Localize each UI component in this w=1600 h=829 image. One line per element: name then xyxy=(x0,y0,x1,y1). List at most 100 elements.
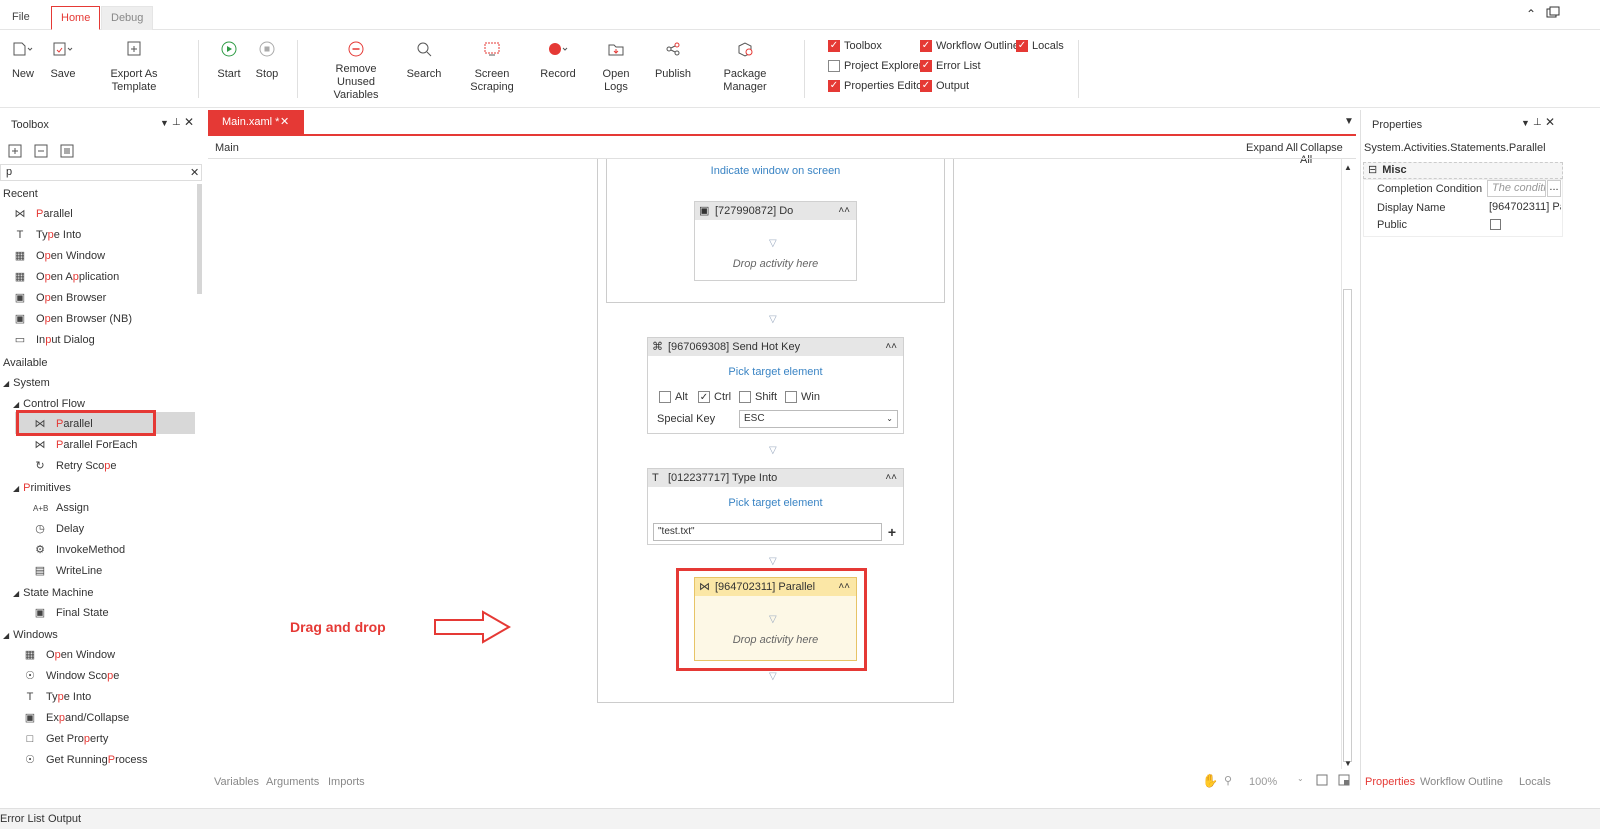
error-list-checkbox[interactable]: ✓ Error List xyxy=(920,60,981,72)
toolbox-item-type-into[interactable]: T Ty p e Into xyxy=(23,687,92,708)
properties-editor-checkbox[interactable]: ✓ Properties Editor xyxy=(828,80,926,92)
toolbox-item-delay[interactable]: ◷ Delay xyxy=(33,519,84,540)
new-button[interactable]: New xyxy=(10,38,36,81)
recent-item-open-window[interactable]: ▦ Op en Window xyxy=(13,246,105,267)
category-windows[interactable]: ◢ Windows xyxy=(3,629,58,641)
recent-item-open-application[interactable]: ▦ Op en Ap plication xyxy=(13,267,119,288)
breadcrumb[interactable]: Main xyxy=(215,142,239,154)
ellipsis-button[interactable]: ... xyxy=(1547,180,1561,197)
close-icon[interactable]: ✕ xyxy=(184,115,194,129)
expand-all-icon[interactable] xyxy=(8,144,22,161)
category-system[interactable]: ◢ System xyxy=(3,377,50,389)
dropdown-icon[interactable]: ▼ xyxy=(160,118,169,128)
hand-pan-icon[interactable]: ✋ xyxy=(1202,773,1218,789)
imports-tab[interactable]: Imports xyxy=(328,776,365,788)
start-button[interactable]: Start xyxy=(214,38,244,81)
parallel-activity[interactable]: ⋈ [964702311] Parallel ˄˄ ▽ Drop activity … xyxy=(694,577,857,661)
toolbox-item-retry-scope[interactable]: ↻ Retry Sco p e xyxy=(33,456,116,477)
locals-tab[interactable]: Locals xyxy=(1519,776,1551,788)
completion-condition-input[interactable]: The conditio xyxy=(1487,180,1546,197)
pick-target-link[interactable]: Pick target element xyxy=(648,497,903,509)
toolbox-item-get-property[interactable]: □ Get Pro p erty xyxy=(23,729,109,750)
toolbox-item-open-window[interactable]: ▦ Op en Window xyxy=(23,645,115,666)
category-state-machine[interactable]: ◢ State Machine xyxy=(13,587,93,599)
collapse-icon[interactable]: ˄˄ xyxy=(885,469,897,487)
pin-icon[interactable]: ⊥ xyxy=(1533,117,1542,128)
zoom-search-icon[interactable]: ⚲ xyxy=(1224,774,1232,787)
save-button[interactable]: Save xyxy=(50,38,76,81)
locals-checkbox[interactable]: ✓ Locals xyxy=(1016,40,1064,52)
fit-to-screen-icon[interactable] xyxy=(1316,774,1328,789)
category-control-flow[interactable]: ◢ Control Flow xyxy=(13,398,85,410)
type-into-text-input[interactable]: "test.txt" xyxy=(653,523,882,541)
close-icon[interactable]: ✕ xyxy=(1545,115,1555,129)
recent-item-parallel[interactable]: ⋈ Parallel xyxy=(13,204,73,225)
tab-debug[interactable]: Debug xyxy=(101,6,154,30)
alt-checkbox[interactable]: Alt xyxy=(659,391,688,403)
tab-menu-icon[interactable]: ▼ xyxy=(1344,116,1354,127)
arguments-tab[interactable]: Arguments xyxy=(266,776,319,788)
record-button[interactable]: Record xyxy=(538,38,578,81)
toolbox-item-parallel-foreach[interactable]: ⋈ Parallel ForEach xyxy=(33,435,138,456)
list-view-icon[interactable] xyxy=(60,144,74,161)
designer-scrollbar[interactable]: ▲ ▼ xyxy=(1341,159,1353,769)
dropdown-icon[interactable]: ▼ xyxy=(1521,118,1530,128)
expand-all-link[interactable]: Expand All xyxy=(1246,142,1298,154)
recent-item-type-into[interactable]: T Ty p e Into xyxy=(13,225,82,246)
display-name-input[interactable]: [964702311] Para xyxy=(1489,201,1561,213)
type-into-activity[interactable]: T [012237717] Type Into ˄˄ Pick target ele… xyxy=(647,468,904,545)
special-key-select[interactable]: ESC ⌄ xyxy=(739,410,898,428)
scrollbar-thumb[interactable] xyxy=(1343,289,1352,762)
package-manager-button[interactable]: Package Manager xyxy=(703,38,787,94)
toolbox-item-get-running-process[interactable]: ☉ Get Running Process xyxy=(23,750,147,771)
toolbox-item-writeline[interactable]: ▤ WriteLine xyxy=(33,561,102,582)
close-tab-icon[interactable]: ✕ xyxy=(280,110,289,134)
pick-target-link[interactable]: Pick target element xyxy=(648,366,903,378)
public-checkbox[interactable] xyxy=(1490,219,1501,230)
scroll-down-icon[interactable]: ▼ xyxy=(1344,759,1352,768)
publish-button[interactable]: Publish xyxy=(653,38,693,81)
project-explorer-checkbox[interactable]: Project Explorer xyxy=(828,60,922,72)
send-hotkey-activity[interactable]: ⌘ [967069308] Send Hot Key ˄˄ Pick target … xyxy=(647,337,904,434)
tab-file[interactable]: File xyxy=(3,6,39,30)
collapse-icon[interactable]: ˄˄ xyxy=(885,338,897,356)
output-checkbox[interactable]: ✓ Output xyxy=(920,80,969,92)
document-tab-main[interactable]: Main.xaml * ✕ xyxy=(208,110,304,134)
toolbox-scrollbar[interactable] xyxy=(197,184,202,294)
collapse-all-icon[interactable] xyxy=(34,144,48,161)
category-misc[interactable]: ⊟ Misc xyxy=(1363,162,1563,179)
overview-icon[interactable] xyxy=(1338,774,1350,789)
indicate-window-link[interactable]: Indicate window on screen xyxy=(607,165,944,177)
clear-search-icon[interactable]: ✕ xyxy=(190,166,199,179)
error-list-tab[interactable]: Error List xyxy=(0,813,45,825)
do-activity[interactable]: ▣ [727990872] Do ˄˄ ▽ Drop activity here xyxy=(694,201,857,281)
toolbox-item-parallel[interactable]: ⋈ Parallel xyxy=(33,414,93,435)
zoom-level[interactable]: 100% xyxy=(1249,776,1277,788)
remove-unused-variables-button[interactable]: Remove Unused Variables xyxy=(316,38,396,102)
ctrl-checkbox[interactable]: ✓ Ctrl xyxy=(698,391,731,403)
toolbox-checkbox[interactable]: ✓ Toolbox xyxy=(828,40,882,52)
variables-tab[interactable]: Variables xyxy=(214,776,259,788)
toolbox-search-input[interactable]: p xyxy=(0,164,202,181)
stop-button[interactable]: Stop xyxy=(253,38,281,81)
workflow-outline-checkbox[interactable]: ✓ Workflow Outline xyxy=(920,40,1019,52)
zoom-dropdown-icon[interactable]: ⌄ xyxy=(1297,774,1304,783)
toolbox-item-window-scope[interactable]: ☉ Window Sco p e xyxy=(23,666,119,687)
win-checkbox[interactable]: Win xyxy=(785,391,820,403)
category-primitives[interactable]: ◢ Primitives xyxy=(13,482,71,494)
collapse-icon[interactable]: ˄˄ xyxy=(838,202,850,220)
properties-tab[interactable]: Properties xyxy=(1365,776,1415,788)
toolbox-item-invokemethod[interactable]: ⚙ InvokeMethod xyxy=(33,540,125,561)
recent-item-input-dialog[interactable]: ▭ In p ut Dialog xyxy=(13,330,95,351)
pin-icon[interactable]: ⊥ xyxy=(172,117,181,128)
output-tab[interactable]: Output xyxy=(48,813,81,825)
toolbox-item-expand-collapse[interactable]: ▣ Ex p and/Collapse xyxy=(23,708,129,729)
toolbox-item-final-state[interactable]: ▣ Final State xyxy=(33,603,109,624)
export-template-button[interactable]: Export As Template xyxy=(88,38,180,94)
workflow-outline-tab[interactable]: Workflow Outline xyxy=(1420,776,1503,788)
screen-scraping-button[interactable]: Screen Scraping xyxy=(454,38,530,94)
open-logs-button[interactable]: Open Logs xyxy=(591,38,641,94)
tab-home[interactable]: Home xyxy=(51,6,101,30)
recent-item-open-browser-nb[interactable]: ▣ Op en Browser (NB) xyxy=(13,309,132,330)
scroll-up-icon[interactable]: ▲ xyxy=(1344,163,1352,172)
